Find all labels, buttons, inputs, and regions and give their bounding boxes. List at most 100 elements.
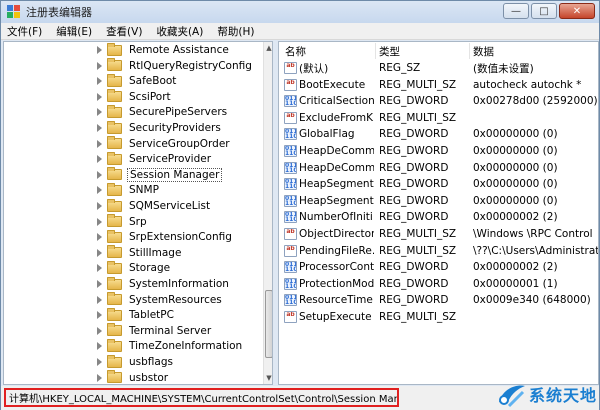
expand-arrow-icon[interactable] <box>96 326 104 335</box>
folder-icon <box>107 182 122 196</box>
folder-icon <box>107 167 122 181</box>
expand-arrow-icon[interactable] <box>96 170 104 179</box>
expand-arrow-icon[interactable] <box>96 264 104 273</box>
tree-item[interactable]: TabletPC <box>4 307 176 323</box>
expand-arrow-icon[interactable] <box>96 155 104 164</box>
expand-arrow-icon[interactable] <box>96 92 104 101</box>
value-row[interactable]: 011110HeapDeComm... REG_DWORD 0x00000000 (… <box>279 143 598 159</box>
binary-value-icon: 011 110 <box>284 95 297 108</box>
tree-item[interactable]: StillImage <box>4 245 183 261</box>
close-button[interactable]: ✕ <box>559 3 595 19</box>
value-row[interactable]: 011 110 ProtectionMode REG_DWORD 0x00000001 … <box>279 276 598 292</box>
tree-item-label: ServiceGroupOrder <box>129 137 230 150</box>
expand-arrow-icon[interactable] <box>96 46 104 54</box>
maximize-button[interactable]: □ <box>531 3 557 19</box>
menu-view[interactable]: 查看(V) <box>100 24 150 39</box>
expand-arrow-icon[interactable] <box>96 108 104 117</box>
column-divider[interactable] <box>375 43 376 59</box>
value-type: REG_DWORD <box>379 294 449 307</box>
value-row[interactable]: ab (默认) REG_SZ (数值未设置) <box>279 60 598 76</box>
folder-icon <box>107 292 122 306</box>
tree-item[interactable]: Session Manager <box>4 167 223 183</box>
tree-item[interactable]: ServiceProvider <box>4 151 213 167</box>
value-name: ExcludeFromK... <box>299 111 374 124</box>
expand-arrow-icon[interactable] <box>96 295 104 304</box>
scrollbar-thumb[interactable] <box>265 290 272 358</box>
column-header-type[interactable]: 类型 <box>379 43 400 59</box>
tree-scrollbar[interactable]: ▲ ▼ <box>263 42 272 384</box>
tree-item[interactable]: RtlQueryRegistryConfig <box>4 58 254 74</box>
tree-item-label: StillImage <box>129 246 182 259</box>
tree-item[interactable]: SystemInformation <box>4 276 231 292</box>
window-title: 注册表编辑器 <box>26 6 92 19</box>
tree-item[interactable]: SafeBoot <box>4 73 178 89</box>
tree-item[interactable]: SNMP <box>4 182 161 198</box>
value-row[interactable]: 011110HeapSegment... REG_DWORD 0x00000000 … <box>279 176 598 192</box>
menu-help[interactable]: 帮助(H) <box>211 24 262 39</box>
value-row[interactable]: 011110CriticalSection... REG_DWORD 0x00278… <box>279 93 598 109</box>
expand-arrow-icon[interactable] <box>96 233 104 242</box>
value-row[interactable]: ab BootExecute REG_MULTI_SZ autocheck autoc… <box>279 77 598 93</box>
value-row[interactable]: 011110ProcessorCont... REG_DWORD 0x0000000… <box>279 259 598 275</box>
expand-arrow-icon[interactable] <box>96 358 104 366</box>
column-header-data[interactable]: 数据 <box>473 43 494 59</box>
tree-item[interactable]: Storage <box>4 260 172 276</box>
registry-value-list[interactable]: 名称 类型 数据 ab (默认) REG_SZ (数值未设置) ab BootExecut… <box>278 41 599 385</box>
tree-item[interactable]: SecurePipeServers <box>4 104 229 120</box>
value-type: REG_DWORD <box>379 128 449 141</box>
expand-arrow-icon[interactable] <box>96 139 104 148</box>
expand-arrow-icon[interactable] <box>96 186 104 195</box>
value-type: REG_DWORD <box>379 161 449 174</box>
tree-item[interactable]: usbstor <box>4 370 170 384</box>
value-data: \Windows \RPC Control <box>473 228 593 240</box>
tree-item[interactable]: SecurityProviders <box>4 120 223 136</box>
expand-arrow-icon[interactable] <box>96 77 104 86</box>
value-row[interactable]: 011 110 GlobalFlag REG_DWORD 0x00000000 (0) <box>279 126 598 142</box>
value-row[interactable]: ab SetupExecute REG_MULTI_SZ <box>279 309 598 325</box>
value-name: HeapDeComm... <box>299 161 374 174</box>
expand-arrow-icon[interactable] <box>96 202 104 210</box>
value-row[interactable]: 011110HeapSegment... REG_DWORD 0x00000000 … <box>279 193 598 209</box>
tree-item[interactable]: Srp <box>4 214 149 230</box>
scroll-down-arrow-icon[interactable]: ▼ <box>264 372 272 383</box>
tree-item[interactable]: Terminal Server <box>4 323 213 339</box>
tree-item[interactable]: Remote Assistance <box>4 42 231 58</box>
value-row[interactable]: 011110ResourceTime... REG_DWORD 0x0009e340… <box>279 292 598 308</box>
value-row[interactable]: ab PendingFileRe... REG_MULTI_SZ \??\C:\Use… <box>279 243 598 259</box>
tree-item[interactable]: usbflags <box>4 354 175 370</box>
value-row[interactable]: 011110NumberOfIniti... REG_DWORD 0x0000000… <box>279 209 598 225</box>
tree-item[interactable]: ServiceGroupOrder <box>4 136 232 152</box>
expand-arrow-icon[interactable] <box>96 342 104 351</box>
registry-editor-icon <box>7 5 21 19</box>
tree-item[interactable]: SQMServiceList <box>4 198 212 214</box>
value-row[interactable]: abObjectDirector... REG_MULTI_SZ \Windows … <box>279 226 598 242</box>
title-bar[interactable]: 注册表编辑器 — □ ✕ <box>1 1 599 23</box>
tree-item-label: Session Manager <box>127 167 223 182</box>
column-header-name[interactable]: 名称 <box>285 43 306 59</box>
menu-edit[interactable]: 编辑(E) <box>50 24 100 39</box>
expand-arrow-icon[interactable] <box>96 124 104 132</box>
expand-arrow-icon[interactable] <box>96 311 104 320</box>
value-row[interactable]: 011110HeapDeComm... REG_DWORD 0x00000000 (… <box>279 160 598 176</box>
binary-value-icon: 011 110 <box>284 294 297 307</box>
menu-favorites[interactable]: 收藏夹(A) <box>150 24 211 39</box>
scroll-up-arrow-icon[interactable]: ▲ <box>264 42 272 53</box>
expand-arrow-icon[interactable] <box>96 217 104 226</box>
tree-item[interactable]: TimeZoneInformation <box>4 338 244 354</box>
tree-item[interactable]: ScsiPort <box>4 89 173 105</box>
expand-arrow-icon[interactable] <box>96 61 104 70</box>
tree-item[interactable]: SystemResources <box>4 292 224 308</box>
registry-key-tree[interactable]: ▲ ▼ Remote Assistance RtlQueryRegistryCon… <box>3 41 273 385</box>
expand-arrow-icon[interactable] <box>96 248 104 257</box>
menu-file[interactable]: 文件(F) <box>1 24 50 39</box>
value-type: REG_DWORD <box>379 211 449 224</box>
tree-item-label: usbstor <box>129 371 169 384</box>
value-name: ProcessorCont... <box>299 261 374 274</box>
value-name: HeapSegment... <box>299 194 374 207</box>
value-row[interactable]: abExcludeFromK... REG_MULTI_SZ <box>279 110 598 126</box>
minimize-button[interactable]: — <box>503 3 529 19</box>
tree-item[interactable]: SrpExtensionConfig <box>4 229 234 245</box>
expand-arrow-icon[interactable] <box>96 280 104 288</box>
expand-arrow-icon[interactable] <box>96 373 104 382</box>
column-divider[interactable] <box>469 43 470 59</box>
